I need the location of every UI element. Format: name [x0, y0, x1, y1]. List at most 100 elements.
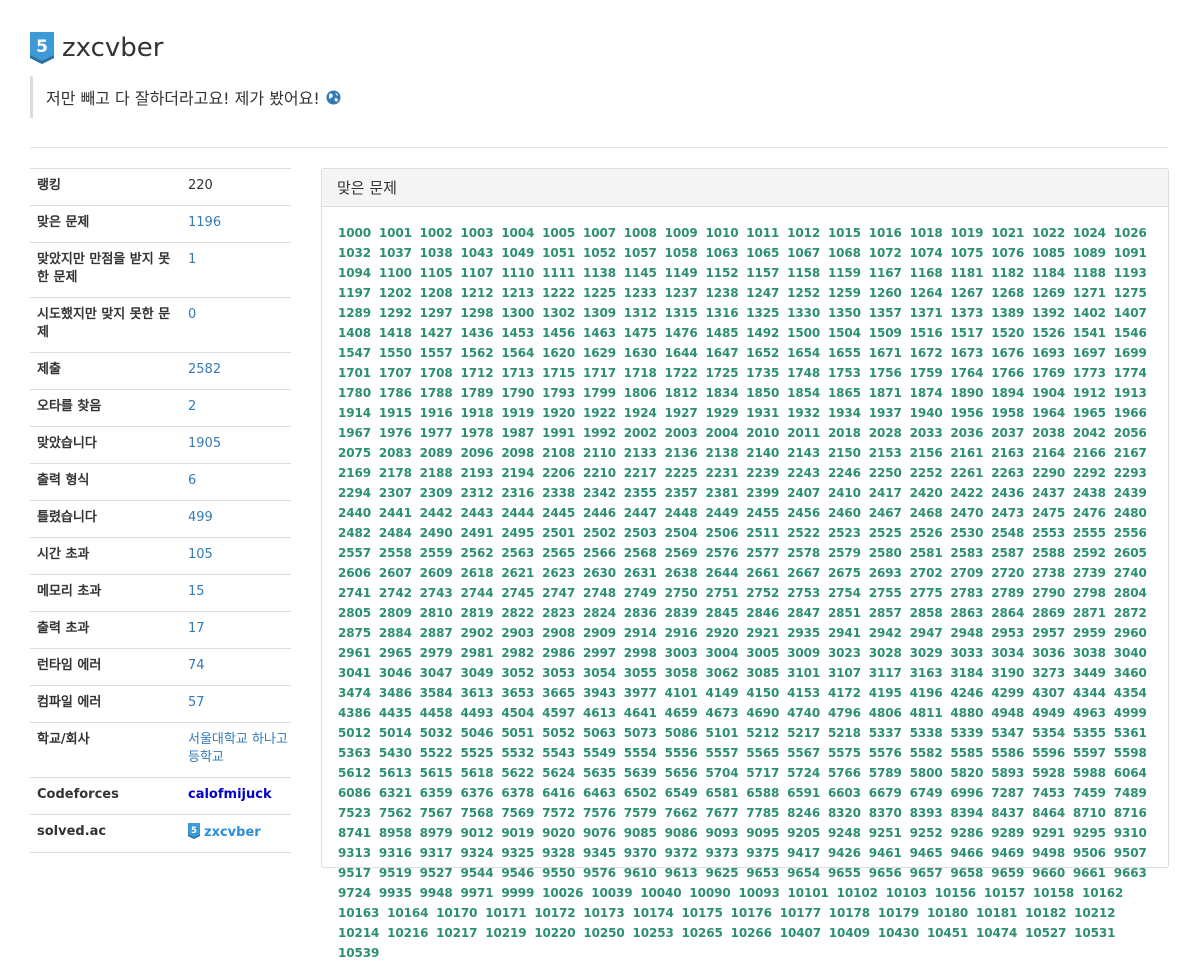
problem-link[interactable]: 9012 — [460, 826, 493, 840]
problem-link[interactable]: 3058 — [665, 666, 698, 680]
problem-link[interactable]: 4811 — [910, 706, 943, 720]
problem-link[interactable]: 1021 — [991, 226, 1024, 240]
problem-link[interactable]: 4149 — [705, 686, 738, 700]
problem-link[interactable]: 3062 — [705, 666, 738, 680]
problem-link[interactable]: 5051 — [501, 726, 534, 740]
problem-link[interactable]: 7568 — [460, 806, 493, 820]
problem-link[interactable]: 10177 — [780, 906, 821, 920]
problem-link[interactable]: 2580 — [869, 546, 902, 560]
problem-link[interactable]: 1110 — [501, 266, 534, 280]
problem-link[interactable]: 2010 — [746, 426, 779, 440]
problem-link[interactable]: 2846 — [746, 606, 779, 620]
problem-link[interactable]: 1316 — [705, 306, 738, 320]
problem-link[interactable]: 3055 — [624, 666, 657, 680]
problem-link[interactable]: 10407 — [780, 926, 821, 940]
problem-link[interactable]: 1940 — [910, 406, 943, 420]
problem-link[interactable]: 1208 — [420, 286, 453, 300]
problem-link[interactable]: 2444 — [501, 506, 534, 520]
problem-link[interactable]: 5052 — [542, 726, 575, 740]
problem-link[interactable]: 2033 — [910, 426, 943, 440]
problem-link[interactable]: 2908 — [542, 626, 575, 640]
problem-link[interactable]: 4307 — [1032, 686, 1065, 700]
problem-link[interactable]: 1630 — [624, 346, 657, 360]
problem-link[interactable]: 5704 — [705, 766, 738, 780]
problem-link[interactable]: 2089 — [420, 446, 453, 460]
problem-link[interactable]: 2810 — [420, 606, 453, 620]
problem-link[interactable]: 1701 — [338, 366, 371, 380]
problem-link[interactable]: 1159 — [828, 266, 861, 280]
problem-link[interactable]: 2194 — [501, 466, 534, 480]
problem-link[interactable]: 10409 — [829, 926, 870, 940]
problem-link[interactable]: 2436 — [991, 486, 1024, 500]
problem-link[interactable]: 4641 — [624, 706, 657, 720]
problem-link[interactable]: 8320 — [828, 806, 861, 820]
problem-link[interactable]: 2482 — [338, 526, 371, 540]
problem-link[interactable]: 1894 — [991, 386, 1024, 400]
problem-link[interactable]: 9465 — [910, 846, 943, 860]
problem-link[interactable]: 1707 — [379, 366, 412, 380]
problem-link[interactable]: 1541 — [1073, 326, 1106, 340]
problem-link[interactable]: 9426 — [828, 846, 861, 860]
problem-link[interactable]: 1019 — [950, 226, 983, 240]
problem-link[interactable]: 2530 — [950, 526, 983, 540]
problem-link[interactable]: 9657 — [910, 866, 943, 880]
problem-link[interactable]: 2018 — [828, 426, 861, 440]
problem-link[interactable]: 2475 — [1032, 506, 1065, 520]
problem-link[interactable]: 1076 — [991, 246, 1024, 260]
problem-link[interactable]: 1315 — [665, 306, 698, 320]
problem-link[interactable]: 2443 — [460, 506, 493, 520]
problem-link[interactable]: 2921 — [746, 626, 779, 640]
problem-link[interactable]: 10162 — [1082, 886, 1123, 900]
problem-link[interactable]: 5575 — [828, 746, 861, 760]
problem-link[interactable]: 9313 — [338, 846, 371, 860]
problem-link[interactable]: 1546 — [1114, 326, 1147, 340]
problem-link[interactable]: 10163 — [338, 906, 379, 920]
problem-link[interactable]: 3040 — [1114, 646, 1147, 660]
problem-link[interactable]: 1629 — [583, 346, 616, 360]
problem-link[interactable]: 9519 — [379, 866, 412, 880]
problem-link[interactable]: 1912 — [1073, 386, 1106, 400]
problem-link[interactable]: 5549 — [583, 746, 616, 760]
problem-link[interactable]: 3009 — [787, 646, 820, 660]
problem-link[interactable]: 4101 — [665, 686, 698, 700]
stat-value[interactable]: 서울대학교 하나고등학교 — [188, 731, 291, 767]
problem-link[interactable]: 2437 — [1032, 486, 1065, 500]
solvedac-handle[interactable]: zxcvber — [204, 825, 261, 840]
problem-link[interactable]: 5355 — [1073, 726, 1106, 740]
problem-link[interactable]: 3004 — [705, 646, 738, 660]
problem-link[interactable]: 5582 — [910, 746, 943, 760]
problem-link[interactable]: 9948 — [420, 886, 453, 900]
problem-link[interactable]: 10175 — [682, 906, 723, 920]
problem-link[interactable]: 2740 — [1114, 566, 1147, 580]
problem-link[interactable]: 2631 — [624, 566, 657, 580]
problem-link[interactable]: 9935 — [379, 886, 412, 900]
problem-link[interactable]: 1011 — [746, 226, 779, 240]
problem-link[interactable]: 9286 — [950, 826, 983, 840]
problem-link[interactable]: 2960 — [1114, 626, 1147, 640]
problem-link[interactable]: 2490 — [420, 526, 453, 540]
problem-link[interactable]: 2036 — [950, 426, 983, 440]
problem-link[interactable]: 9325 — [501, 846, 534, 860]
problem-link[interactable]: 2502 — [583, 526, 616, 540]
problem-link[interactable]: 9550 — [542, 866, 575, 880]
problem-link[interactable]: 2028 — [869, 426, 902, 440]
problem-link[interactable]: 2555 — [1073, 526, 1106, 540]
problem-link[interactable]: 1004 — [501, 226, 534, 240]
problem-link[interactable]: 10216 — [387, 926, 428, 940]
problem-link[interactable]: 6591 — [787, 786, 820, 800]
problem-link[interactable]: 5615 — [420, 766, 453, 780]
problem-link[interactable]: 1671 — [869, 346, 902, 360]
problem-link[interactable]: 1157 — [746, 266, 779, 280]
problem-link[interactable]: 1699 — [1114, 346, 1147, 360]
problem-link[interactable]: 2417 — [869, 486, 902, 500]
problem-link[interactable]: 1812 — [665, 386, 698, 400]
problem-link[interactable]: 10265 — [682, 926, 723, 940]
problem-link[interactable]: 3023 — [828, 646, 861, 660]
problem-link[interactable]: 1072 — [869, 246, 902, 260]
problem-link[interactable]: 2836 — [624, 606, 657, 620]
problem-link[interactable]: 2979 — [420, 646, 453, 660]
problem-link[interactable]: 2630 — [583, 566, 616, 580]
problem-link[interactable]: 1259 — [828, 286, 861, 300]
problem-link[interactable]: 2948 — [950, 626, 983, 640]
problem-link[interactable]: 9506 — [1073, 846, 1106, 860]
